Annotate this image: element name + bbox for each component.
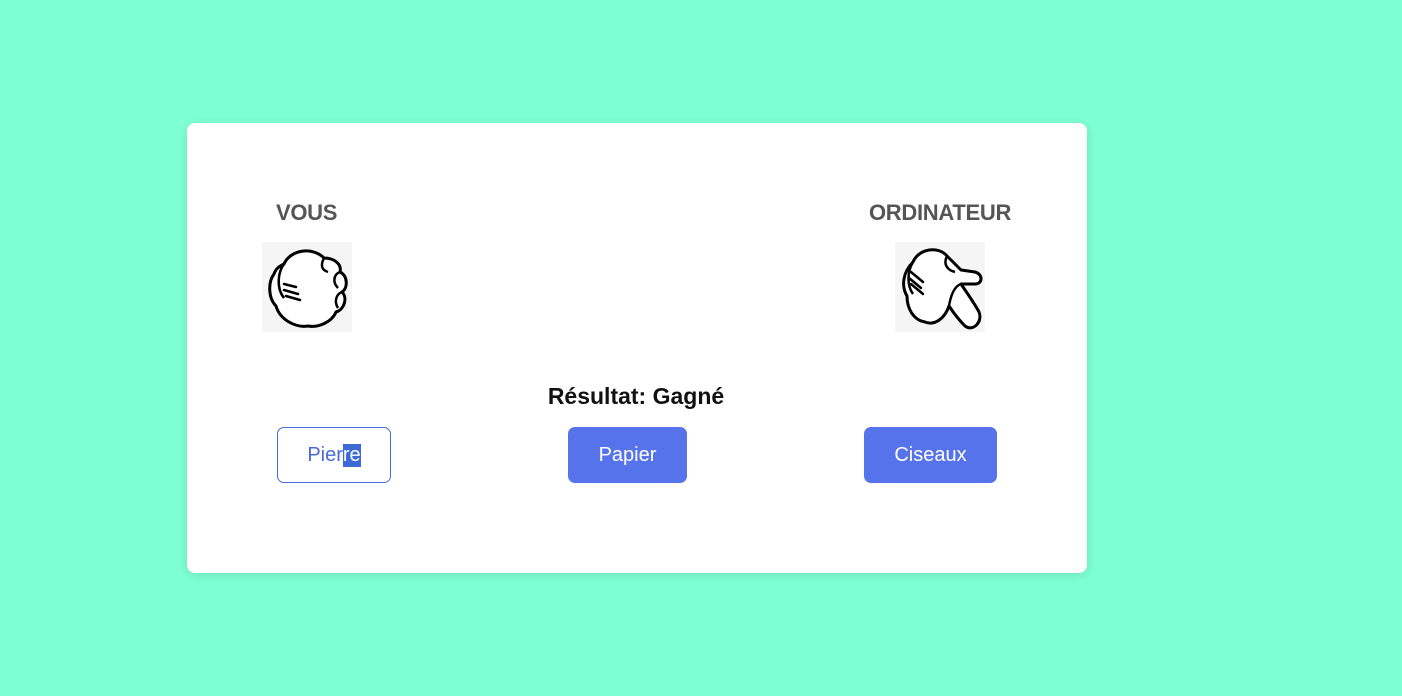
rock-hand-icon xyxy=(262,242,352,332)
scissors-hand-icon xyxy=(895,242,985,332)
rock-button[interactable]: Pier re xyxy=(277,427,391,483)
rock-button-label-selected: re xyxy=(342,443,361,467)
scissors-button[interactable]: Ciseaux xyxy=(864,427,997,483)
player-label-computer: ORDINATEUR xyxy=(869,200,1012,225)
result-text: Résultat: Gagné xyxy=(547,383,725,409)
game-card: VOUS ORDINATEUR Résultat: Gagné Pier re … xyxy=(187,123,1087,573)
paper-button[interactable]: Papier xyxy=(568,427,687,483)
player-label-you: VOUS xyxy=(276,200,338,225)
rock-button-label: Pier xyxy=(307,443,343,466)
